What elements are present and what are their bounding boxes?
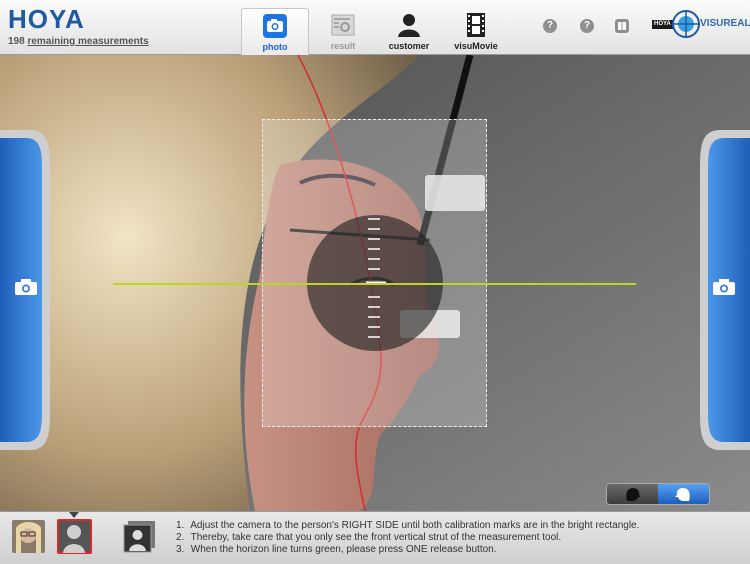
tab-customer[interactable]: customer [376, 8, 442, 54]
film-icon [467, 13, 485, 37]
customer-icon [398, 14, 420, 37]
head-right-icon [675, 488, 690, 501]
tab-visumovie-label: visuMovie [454, 41, 498, 51]
tab-result[interactable]: result [310, 8, 376, 54]
tab-photo-label: photo [262, 42, 288, 52]
remaining-count: 198 [8, 36, 25, 47]
horizon-line [113, 283, 636, 285]
camera-viewport[interactable] [0, 55, 750, 511]
brand-badge: HOYA [654, 21, 671, 27]
right-side-option[interactable] [658, 484, 709, 504]
top-bar: HOYA 198 remaining measurements photo re… [0, 0, 750, 55]
right-release-button[interactable] [700, 130, 750, 450]
camera-icon [263, 14, 287, 38]
camera-icon [15, 279, 37, 295]
tab-visumovie[interactable]: visuMovie [443, 8, 509, 54]
tab-photo[interactable]: photo [241, 8, 309, 55]
selected-pointer [69, 512, 79, 518]
camera-icon [713, 279, 735, 295]
info-button[interactable]: ? [580, 19, 594, 33]
help-button[interactable]: ? [543, 19, 557, 33]
instruction-item: 1. Adjust the camera to the person's RIG… [176, 520, 640, 531]
side-photo-thumbnail[interactable] [57, 519, 92, 554]
left-release-button[interactable] [0, 130, 50, 450]
instruction-bar: 1. Adjust the camera to the person's RIG… [0, 511, 750, 564]
remaining-measurements-link[interactable]: remaining measurements [27, 36, 148, 47]
instruction-list: 1. Adjust the camera to the person's RIG… [176, 520, 639, 556]
tab-customer-label: customer [388, 41, 430, 51]
instruction-item: 3. When the horizon line turns green, pl… [176, 544, 497, 555]
book-icon [618, 22, 626, 30]
hoya-logo: HOYA [8, 4, 85, 34]
front-photo-thumbnail[interactable] [12, 520, 45, 553]
result-icon [331, 14, 355, 36]
instruction-item: 2. Thereby, take care that you only see … [176, 532, 562, 543]
settings-button[interactable] [615, 19, 629, 33]
calibration-scale [366, 218, 386, 338]
left-side-option[interactable] [607, 484, 658, 504]
tab-result-label: result [330, 41, 356, 51]
side-toggle[interactable] [606, 483, 710, 505]
brand-name: VISUREAL [700, 18, 750, 29]
remaining-measurements: 198 remaining measurements [8, 36, 149, 47]
head-left-icon [626, 488, 641, 501]
gallery-button[interactable] [123, 520, 156, 553]
visureal-logo: HOYA VISUREAL [652, 8, 750, 40]
